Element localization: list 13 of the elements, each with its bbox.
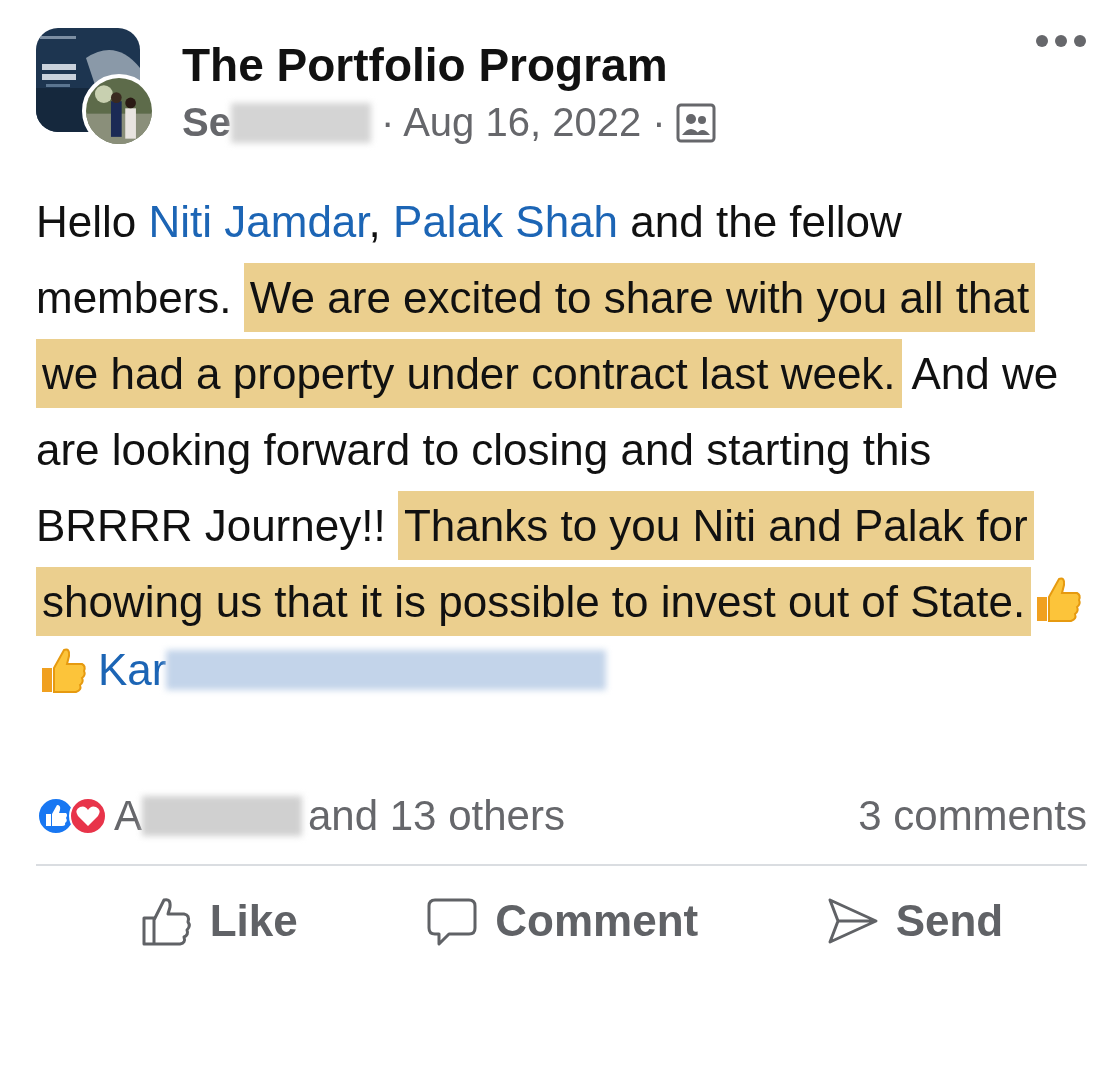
reaction-count[interactable]: and 13 others: [308, 792, 565, 840]
comment-count[interactable]: 3 comments: [858, 792, 1087, 840]
author-name[interactable]: Se: [182, 100, 231, 145]
tagged-name[interactable]: Kar: [98, 645, 167, 695]
group-name[interactable]: The Portfolio Program: [182, 38, 716, 92]
comment-button[interactable]: Comment: [415, 888, 709, 954]
like-button[interactable]: Like: [129, 888, 308, 954]
post-text: Hello Niti Jamdar, Palak Shah and the fellow members. We are excited to share with you all that we had a property under contract last week. And we are looking forward to closing and starting this BRRRR Journey!! Thanks to you Niti and Palak for showing us that it is possible to invest out of State.: [36, 184, 1086, 640]
mention-link[interactable]: Niti Jamdar: [148, 197, 369, 246]
reactor-name[interactable]: A: [114, 792, 142, 840]
mention-link[interactable]: Palak Shah: [393, 197, 619, 246]
post-date[interactable]: · Aug 16, 2022 ·: [380, 100, 666, 145]
send-button[interactable]: Send: [815, 888, 1014, 954]
